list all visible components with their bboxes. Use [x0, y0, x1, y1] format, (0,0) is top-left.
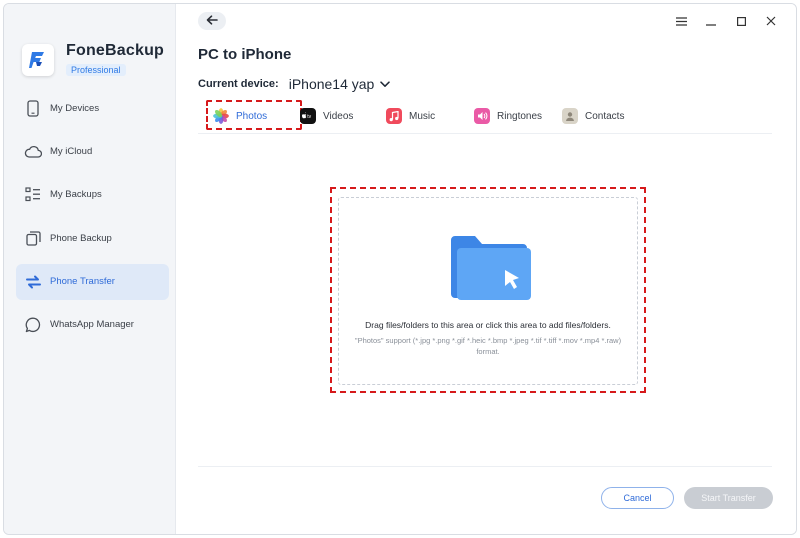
sidebar-nav: My Devices My iCloud My Backups Phone Ba…	[16, 90, 169, 350]
close-icon	[766, 13, 776, 31]
tab-photos[interactable]: Photos	[206, 100, 302, 130]
maximize-button[interactable]	[726, 14, 756, 30]
fonebackup-logo-icon	[22, 44, 54, 76]
tab-label: Music	[409, 110, 436, 122]
sidebar-item-label: Phone Transfer	[50, 276, 115, 288]
sidebar: FoneBackup Professional My Devices My iC…	[4, 4, 176, 534]
main-panel: PC to iPhone Current device: iPhone14 ya…	[176, 4, 796, 534]
cancel-button[interactable]: Cancel	[601, 487, 674, 509]
sidebar-item-whatsapp-manager[interactable]: WhatsApp Manager	[16, 307, 169, 343]
sidebar-item-label: My iCloud	[50, 145, 93, 157]
list-icon	[24, 186, 42, 204]
drop-area-highlight: Drag files/folders to this area or click…	[330, 187, 646, 393]
contacts-icon	[562, 108, 578, 124]
sidebar-item-phone-backup[interactable]: Phone Backup	[16, 220, 169, 256]
hamburger-icon	[675, 13, 687, 31]
chevron-down-icon[interactable]	[380, 80, 391, 88]
sidebar-item-my-devices[interactable]: My Devices	[16, 90, 169, 126]
tab-label: Ringtones	[497, 110, 543, 122]
svg-text:tv: tv	[307, 114, 311, 120]
close-button[interactable]	[756, 14, 786, 30]
window-controls	[666, 14, 786, 30]
sidebar-item-my-backups[interactable]: My Backups	[16, 177, 169, 213]
drop-instruction: Drag files/folders to this area or click…	[365, 320, 611, 330]
music-icon	[386, 108, 402, 124]
footer-divider	[198, 466, 772, 467]
tab-videos[interactable]: tv Videos	[300, 104, 353, 128]
current-device-row: Current device: iPhone14 yap	[198, 76, 391, 92]
transfer-icon	[24, 273, 42, 291]
sidebar-item-phone-transfer[interactable]: Phone Transfer	[16, 263, 169, 300]
tab-contacts[interactable]: Contacts	[562, 104, 624, 128]
apple-tv-icon: tv	[300, 108, 316, 124]
category-tabs: Photos tv Videos Music Ringtones Contact…	[198, 100, 772, 134]
menu-button[interactable]	[666, 14, 696, 30]
tab-label: Contacts	[585, 110, 625, 122]
sidebar-item-label: Phone Backup	[50, 232, 112, 244]
minimize-icon	[706, 13, 716, 31]
tab-music[interactable]: Music	[386, 104, 435, 128]
file-drop-area[interactable]: Drag files/folders to this area or click…	[338, 197, 638, 385]
supported-formats: "Photos" support (*.jpg *.png *.gif *.he…	[354, 336, 622, 356]
tab-ringtones[interactable]: Ringtones	[474, 104, 542, 128]
device-label: Current device:	[198, 78, 279, 90]
photos-icon	[213, 108, 229, 124]
page-title: PC to iPhone	[198, 46, 292, 63]
arrow-left-icon	[206, 12, 218, 30]
cloud-icon	[24, 142, 42, 160]
tab-label: Photos	[236, 110, 268, 122]
back-button[interactable]	[198, 12, 226, 30]
sidebar-item-label: WhatsApp Manager	[50, 319, 134, 331]
app-window: FoneBackup Professional My Devices My iC…	[3, 3, 797, 535]
chat-icon	[24, 316, 42, 334]
sidebar-item-my-icloud[interactable]: My iCloud	[16, 133, 169, 169]
copy-icon	[24, 229, 42, 247]
phone-icon	[24, 99, 42, 117]
edition-badge: Professional	[66, 64, 126, 76]
minimize-button[interactable]	[696, 14, 726, 30]
tab-label: Videos	[323, 110, 354, 122]
app-name: FoneBackup	[66, 42, 165, 59]
sidebar-item-label: My Devices	[50, 102, 100, 114]
start-transfer-button[interactable]: Start Transfer	[684, 487, 773, 509]
brand: FoneBackup Professional	[22, 42, 164, 78]
maximize-icon	[736, 13, 746, 31]
ringtones-icon	[474, 108, 490, 124]
folder-icon	[449, 234, 533, 307]
sidebar-item-label: My Backups	[50, 189, 102, 201]
device-selector[interactable]: iPhone14 yap	[289, 76, 375, 92]
